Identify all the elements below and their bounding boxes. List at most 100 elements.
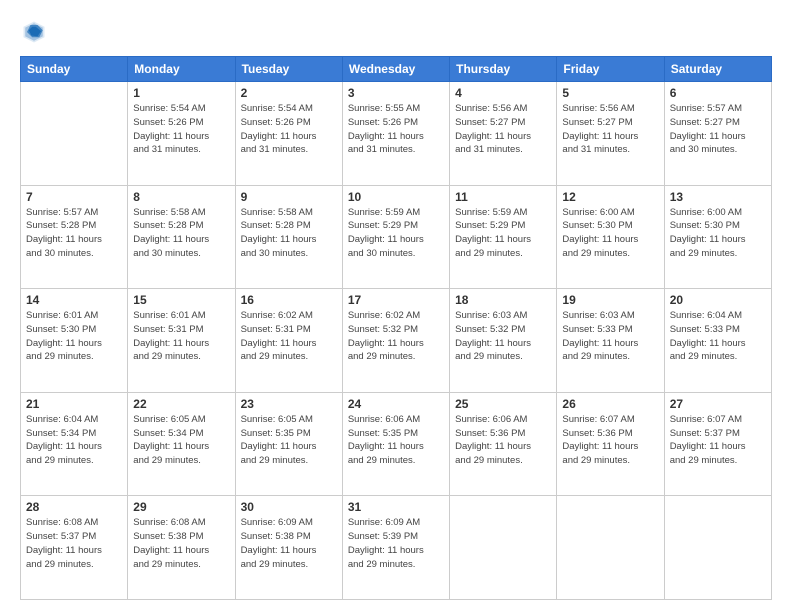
- day-number: 10: [348, 190, 444, 204]
- day-info: Sunrise: 6:04 AM Sunset: 5:33 PM Dayligh…: [670, 309, 766, 364]
- calendar-cell: 4Sunrise: 5:56 AM Sunset: 5:27 PM Daylig…: [450, 82, 557, 186]
- calendar-cell: 14 Sunrise: 6:01 AM Sunset: 5:30 PM Dayli…: [21, 289, 128, 393]
- day-info: Sunrise: 6:06 AM Sunset: 5:35 PM Dayligh…: [348, 413, 444, 468]
- calendar-week-row: 28 Sunrise: 6:08 AM Sunset: 5:37 PM Dayli…: [21, 496, 772, 600]
- calendar-cell: 31Sunrise: 6:09 AM Sunset: 5:39 PM Dayli…: [342, 496, 449, 600]
- day-info: Sunrise: 6:00 AM Sunset: 5:30 PM Dayligh…: [670, 206, 766, 261]
- day-number: 25: [455, 397, 551, 411]
- day-number: 21: [26, 397, 122, 411]
- day-info: Sunrise: 6:01 AM Sunset: 5:31 PM Dayligh…: [133, 309, 229, 364]
- calendar-cell: 25 Sunrise: 6:06 AM Sunset: 5:36 PM Dayli…: [450, 392, 557, 496]
- logo-icon: [20, 18, 48, 46]
- day-number: 1: [133, 86, 229, 100]
- calendar-cell: 17 Sunrise: 6:02 AM Sunset: 5:32 PM Dayli…: [342, 289, 449, 393]
- day-number: 8: [133, 190, 229, 204]
- day-info: Sunrise: 6:02 AM Sunset: 5:32 PM Dayligh…: [348, 309, 444, 364]
- weekday-header-saturday: Saturday: [664, 57, 771, 82]
- day-number: 30: [241, 500, 337, 514]
- weekday-header-sunday: Sunday: [21, 57, 128, 82]
- calendar-cell: 6 Sunrise: 5:57 AM Sunset: 5:27 PM Daylig…: [664, 82, 771, 186]
- day-number: 12: [562, 190, 658, 204]
- calendar-cell: 20 Sunrise: 6:04 AM Sunset: 5:33 PM Dayli…: [664, 289, 771, 393]
- day-number: 7: [26, 190, 122, 204]
- calendar-cell: 30Sunrise: 6:09 AM Sunset: 5:38 PM Dayli…: [235, 496, 342, 600]
- calendar-cell: 16Sunrise: 6:02 AM Sunset: 5:31 PM Dayli…: [235, 289, 342, 393]
- day-number: 5: [562, 86, 658, 100]
- day-info: Sunrise: 6:07 AM Sunset: 5:36 PM Dayligh…: [562, 413, 658, 468]
- calendar-cell: 7Sunrise: 5:57 AM Sunset: 5:28 PM Daylig…: [21, 185, 128, 289]
- day-info: Sunrise: 6:01 AM Sunset: 5:30 PM Dayligh…: [26, 309, 122, 364]
- day-number: 20: [670, 293, 766, 307]
- calendar-week-row: 14 Sunrise: 6:01 AM Sunset: 5:30 PM Dayli…: [21, 289, 772, 393]
- day-number: 17: [348, 293, 444, 307]
- calendar-cell: 1 Sunrise: 5:54 AM Sunset: 5:26 PM Daylig…: [128, 82, 235, 186]
- day-info: Sunrise: 6:00 AM Sunset: 5:30 PM Dayligh…: [562, 206, 658, 261]
- calendar-cell: 26 Sunrise: 6:07 AM Sunset: 5:36 PM Dayli…: [557, 392, 664, 496]
- day-number: 27: [670, 397, 766, 411]
- day-info: Sunrise: 6:06 AM Sunset: 5:36 PM Dayligh…: [455, 413, 551, 468]
- day-info: Sunrise: 6:05 AM Sunset: 5:35 PM Dayligh…: [241, 413, 337, 468]
- calendar-cell: 5 Sunrise: 5:56 AM Sunset: 5:27 PM Daylig…: [557, 82, 664, 186]
- calendar-cell: 29 Sunrise: 6:08 AM Sunset: 5:38 PM Dayli…: [128, 496, 235, 600]
- day-number: 3: [348, 86, 444, 100]
- calendar-cell: 9Sunrise: 5:58 AM Sunset: 5:28 PM Daylig…: [235, 185, 342, 289]
- day-info: Sunrise: 5:54 AM Sunset: 5:26 PM Dayligh…: [133, 102, 229, 157]
- day-number: 29: [133, 500, 229, 514]
- day-number: 23: [241, 397, 337, 411]
- calendar-page: SundayMondayTuesdayWednesdayThursdayFrid…: [0, 0, 792, 612]
- day-info: Sunrise: 6:03 AM Sunset: 5:32 PM Dayligh…: [455, 309, 551, 364]
- calendar-cell: 18 Sunrise: 6:03 AM Sunset: 5:32 PM Dayli…: [450, 289, 557, 393]
- calendar-cell: 3 Sunrise: 5:55 AM Sunset: 5:26 PM Daylig…: [342, 82, 449, 186]
- day-info: Sunrise: 5:59 AM Sunset: 5:29 PM Dayligh…: [455, 206, 551, 261]
- day-info: Sunrise: 5:59 AM Sunset: 5:29 PM Dayligh…: [348, 206, 444, 261]
- day-info: Sunrise: 5:58 AM Sunset: 5:28 PM Dayligh…: [133, 206, 229, 261]
- weekday-header-row: SundayMondayTuesdayWednesdayThursdayFrid…: [21, 57, 772, 82]
- calendar-week-row: 1 Sunrise: 5:54 AM Sunset: 5:26 PM Daylig…: [21, 82, 772, 186]
- day-info: Sunrise: 6:03 AM Sunset: 5:33 PM Dayligh…: [562, 309, 658, 364]
- day-number: 22: [133, 397, 229, 411]
- calendar-table: SundayMondayTuesdayWednesdayThursdayFrid…: [20, 56, 772, 600]
- calendar-week-row: 7Sunrise: 5:57 AM Sunset: 5:28 PM Daylig…: [21, 185, 772, 289]
- weekday-header-monday: Monday: [128, 57, 235, 82]
- day-info: Sunrise: 5:58 AM Sunset: 5:28 PM Dayligh…: [241, 206, 337, 261]
- day-info: Sunrise: 5:54 AM Sunset: 5:26 PM Dayligh…: [241, 102, 337, 157]
- calendar-cell: 27Sunrise: 6:07 AM Sunset: 5:37 PM Dayli…: [664, 392, 771, 496]
- day-number: 13: [670, 190, 766, 204]
- calendar-cell: 28 Sunrise: 6:08 AM Sunset: 5:37 PM Dayli…: [21, 496, 128, 600]
- day-info: Sunrise: 6:04 AM Sunset: 5:34 PM Dayligh…: [26, 413, 122, 468]
- calendar-cell: 11 Sunrise: 5:59 AM Sunset: 5:29 PM Dayli…: [450, 185, 557, 289]
- calendar-cell: 23 Sunrise: 6:05 AM Sunset: 5:35 PM Dayli…: [235, 392, 342, 496]
- calendar-week-row: 21 Sunrise: 6:04 AM Sunset: 5:34 PM Dayli…: [21, 392, 772, 496]
- day-number: 19: [562, 293, 658, 307]
- day-number: 11: [455, 190, 551, 204]
- day-number: 28: [26, 500, 122, 514]
- calendar-cell: 22 Sunrise: 6:05 AM Sunset: 5:34 PM Dayli…: [128, 392, 235, 496]
- calendar-cell: [557, 496, 664, 600]
- day-info: Sunrise: 6:08 AM Sunset: 5:37 PM Dayligh…: [26, 516, 122, 571]
- calendar-cell: 15Sunrise: 6:01 AM Sunset: 5:31 PM Dayli…: [128, 289, 235, 393]
- weekday-header-thursday: Thursday: [450, 57, 557, 82]
- weekday-header-wednesday: Wednesday: [342, 57, 449, 82]
- day-info: Sunrise: 5:55 AM Sunset: 5:26 PM Dayligh…: [348, 102, 444, 157]
- day-number: 4: [455, 86, 551, 100]
- calendar-cell: [21, 82, 128, 186]
- day-info: Sunrise: 5:57 AM Sunset: 5:27 PM Dayligh…: [670, 102, 766, 157]
- day-info: Sunrise: 5:56 AM Sunset: 5:27 PM Dayligh…: [562, 102, 658, 157]
- day-number: 2: [241, 86, 337, 100]
- calendar-cell: 19 Sunrise: 6:03 AM Sunset: 5:33 PM Dayli…: [557, 289, 664, 393]
- header: [20, 18, 772, 46]
- calendar-cell: 13 Sunrise: 6:00 AM Sunset: 5:30 PM Dayli…: [664, 185, 771, 289]
- day-number: 16: [241, 293, 337, 307]
- calendar-cell: 12 Sunrise: 6:00 AM Sunset: 5:30 PM Dayli…: [557, 185, 664, 289]
- calendar-cell: [664, 496, 771, 600]
- day-number: 18: [455, 293, 551, 307]
- calendar-cell: 8 Sunrise: 5:58 AM Sunset: 5:28 PM Daylig…: [128, 185, 235, 289]
- calendar-cell: 21 Sunrise: 6:04 AM Sunset: 5:34 PM Dayli…: [21, 392, 128, 496]
- day-info: Sunrise: 6:05 AM Sunset: 5:34 PM Dayligh…: [133, 413, 229, 468]
- day-number: 24: [348, 397, 444, 411]
- day-info: Sunrise: 6:08 AM Sunset: 5:38 PM Dayligh…: [133, 516, 229, 571]
- day-number: 14: [26, 293, 122, 307]
- day-number: 6: [670, 86, 766, 100]
- day-number: 26: [562, 397, 658, 411]
- logo: [20, 18, 52, 46]
